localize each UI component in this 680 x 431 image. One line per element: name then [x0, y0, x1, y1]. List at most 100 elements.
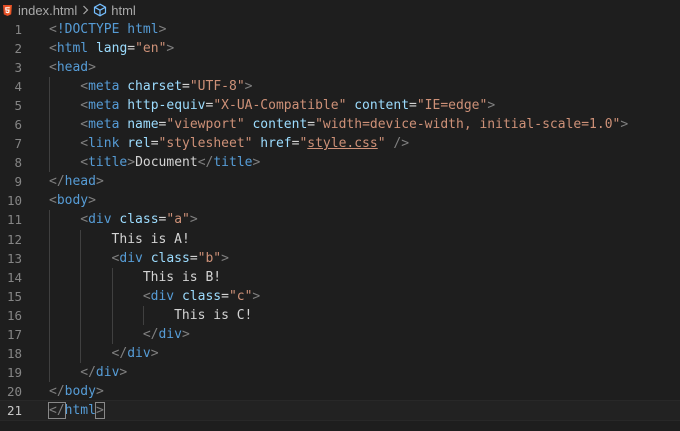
punctuation: >: [189, 212, 198, 228]
line-number[interactable]: 10: [0, 191, 22, 210]
indent-guide: [111, 305, 113, 325]
code-line[interactable]: 19 </div>: [0, 362, 680, 382]
line-content[interactable]: <meta charset="UTF-8">: [80, 77, 252, 96]
line-content[interactable]: </div>: [80, 363, 127, 382]
line-number[interactable]: 8: [0, 153, 22, 172]
indent-guide: [49, 343, 50, 363]
tag-name: html: [127, 22, 159, 37]
line-content[interactable]: This is A!: [112, 230, 190, 249]
line-number[interactable]: 6: [0, 115, 22, 134]
punctuation: <: [80, 155, 89, 171]
line-number[interactable]: 2: [0, 39, 22, 58]
breadcrumb-file[interactable]: index.html: [18, 3, 77, 18]
breadcrumb: index.html html: [0, 0, 680, 20]
tag-name: div: [150, 288, 175, 304]
punctuation: <: [142, 288, 151, 304]
code-line[interactable]: 12 This is A!: [0, 229, 680, 249]
code-line[interactable]: 2 <html lang="en">: [0, 39, 680, 58]
line-number[interactable]: 19: [0, 363, 22, 382]
line-number[interactable]: 20: [0, 382, 22, 401]
line-content[interactable]: <meta http-equiv = "X-UA-Compatible" conte…: [80, 96, 495, 115]
tag-name: div: [119, 250, 143, 266]
line-number[interactable]: 21: [0, 401, 22, 420]
punctuation: >: [119, 364, 128, 380]
line-content[interactable]: </html>: [48, 401, 105, 420]
line-content[interactable]: <!DOCTYPE html>: [49, 20, 166, 39]
attribute-name: content: [252, 117, 308, 133]
line-content[interactable]: This is B!: [143, 268, 221, 287]
line-content[interactable]: <title>Document</title>: [80, 153, 260, 172]
code-line[interactable]: 20 </body>: [0, 382, 680, 401]
tag-name: div: [88, 212, 112, 228]
equals-sign: =: [127, 41, 136, 57]
punctuation: <: [80, 136, 89, 152]
line-number[interactable]: 4: [0, 77, 22, 96]
attribute-value: "X-UA-Compatible": [213, 98, 347, 114]
indent-guide: [49, 134, 50, 154]
line-content[interactable]: <div class="c">: [143, 287, 260, 306]
line-number[interactable]: 7: [0, 134, 22, 153]
line-number[interactable]: 5: [0, 96, 22, 115]
line-content[interactable]: <head>: [49, 58, 96, 77]
breadcrumb-symbol[interactable]: html: [111, 3, 136, 18]
tag-name: !DOCTYPE: [56, 22, 120, 37]
line-content[interactable]: </body>: [49, 382, 104, 401]
line-number[interactable]: 11: [0, 210, 22, 229]
code-line[interactable]: 13 <div class="b">: [0, 248, 680, 268]
punctuation: <: [80, 212, 89, 228]
code-area[interactable]: 1 <!DOCTYPE html> 2 <html lang="en"> 3 <head>…: [0, 20, 680, 421]
line-number[interactable]: 13: [0, 249, 22, 268]
code-line[interactable]: 18 </div>: [0, 343, 680, 363]
indent-guide: [49, 229, 50, 249]
line-number[interactable]: 14: [0, 268, 22, 287]
attribute-value: "IE=edge": [416, 98, 488, 114]
punctuation: >: [88, 60, 96, 76]
indent-guide: [49, 77, 50, 97]
code-line[interactable]: 5 <meta http-equiv = "X-UA-Compatible" cont…: [0, 96, 680, 116]
line-number[interactable]: 15: [0, 287, 22, 306]
code-editor[interactable]: index.html html 1 <!DOCTYPE html> 2 <html l…: [0, 0, 680, 431]
line-content[interactable]: </div>: [112, 344, 159, 363]
punctuation: <: [80, 79, 89, 95]
line-content[interactable]: <link rel="stylesheet" href="style.css" …: [80, 134, 409, 153]
code-line[interactable]: 6 <meta name="viewport" content="width=de…: [0, 115, 680, 135]
code-line[interactable]: 16 This is C!: [0, 305, 680, 325]
line-number[interactable]: 17: [0, 325, 22, 344]
code-line[interactable]: 9 </head>: [0, 172, 680, 191]
code-line[interactable]: 17 </div>: [0, 324, 680, 344]
line-number[interactable]: 12: [0, 230, 22, 249]
line-number[interactable]: 16: [0, 306, 22, 325]
line-number[interactable]: 3: [0, 58, 22, 77]
punctuation: <: [80, 98, 89, 114]
line-number[interactable]: 1: [0, 20, 22, 39]
line-content[interactable]: <body>: [49, 191, 96, 210]
attribute-name: rel: [127, 136, 151, 152]
punctuation: </: [48, 401, 66, 419]
code-line[interactable]: 7 <link rel="stylesheet" href="style.css"…: [0, 134, 680, 154]
punctuation: </: [111, 345, 128, 361]
attribute-name: http-equiv: [127, 98, 206, 114]
code-line[interactable]: 3 <head>: [0, 58, 680, 77]
code-line[interactable]: 21 </html>: [0, 399, 680, 421]
line-content[interactable]: <html lang="en">: [49, 39, 174, 58]
attribute-value: "width=device-width, initial-scale=1.0": [315, 117, 621, 133]
line-content[interactable]: <meta name="viewport" content="width=dev…: [80, 115, 628, 134]
code-line[interactable]: 11 <div class="a">: [0, 210, 680, 230]
code-line[interactable]: 14 This is B!: [0, 267, 680, 287]
line-content[interactable]: <div class="b">: [112, 249, 229, 268]
line-content[interactable]: <div class="a">: [80, 210, 197, 229]
line-number[interactable]: 9: [0, 172, 22, 191]
line-content[interactable]: This is C!: [174, 306, 252, 325]
code-line[interactable]: 8 <title>Document</title>: [0, 153, 680, 173]
html5-file-icon: [3, 4, 12, 16]
code-line[interactable]: 4 <meta charset="UTF-8">: [0, 77, 680, 97]
code-line[interactable]: 15 <div class="c">: [0, 286, 680, 306]
text-cursor: [103, 401, 105, 417]
code-line[interactable]: 1 <!DOCTYPE html>: [0, 20, 680, 39]
line-number[interactable]: 18: [0, 344, 22, 363]
line-content[interactable]: </div>: [143, 325, 190, 344]
indent-guide: [49, 286, 50, 306]
line-content[interactable]: </head>: [49, 172, 104, 191]
code-line[interactable]: 10 <body>: [0, 191, 680, 210]
